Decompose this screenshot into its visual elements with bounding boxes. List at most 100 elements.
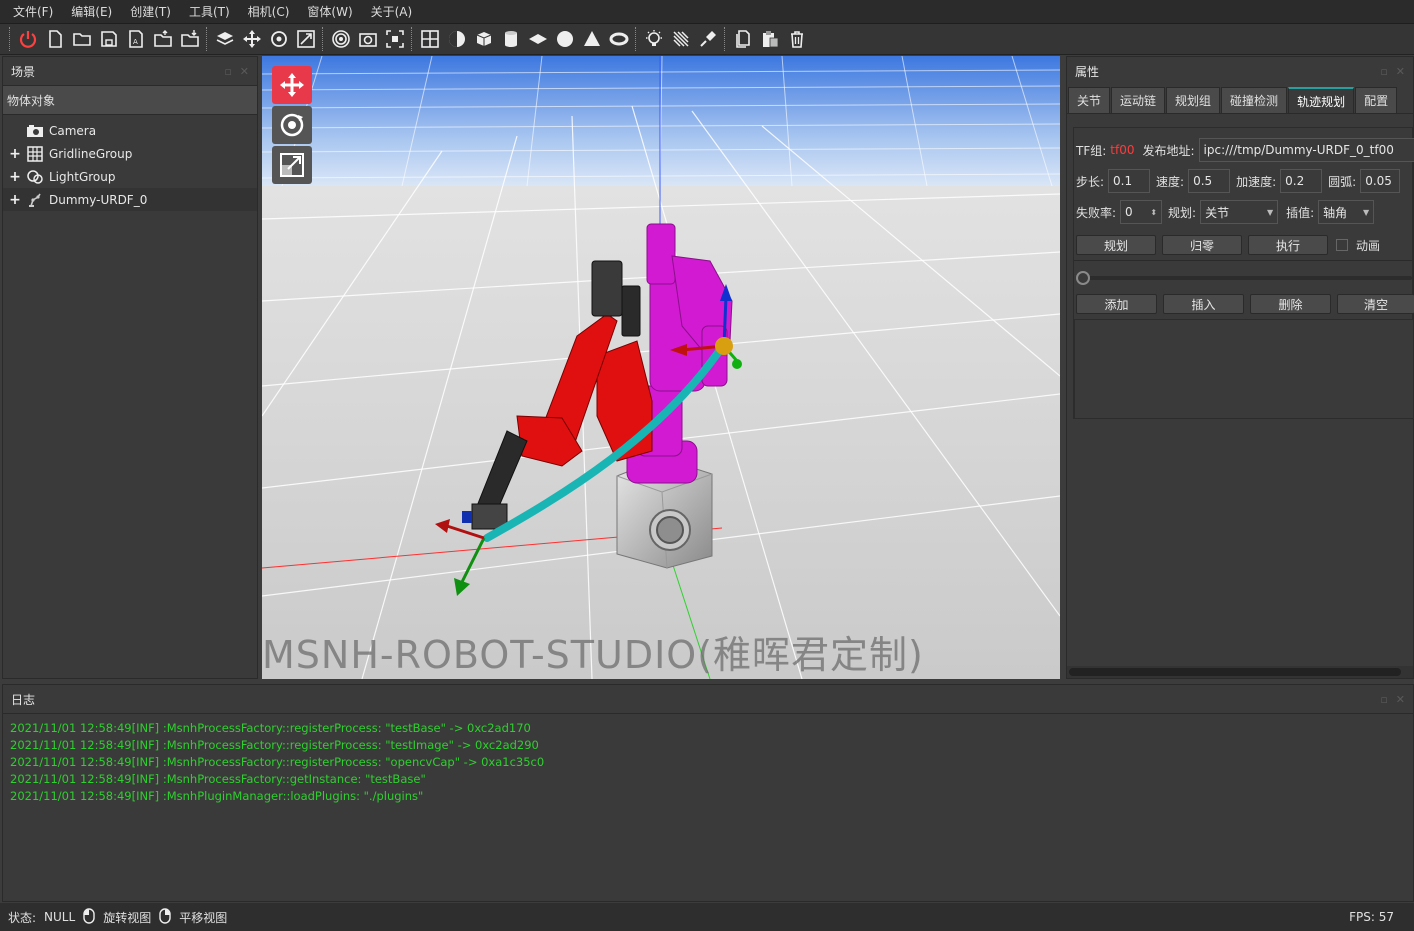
toolbar-separator [635, 27, 637, 51]
torus-icon[interactable] [607, 27, 631, 51]
expand-plus-icon[interactable]: + [7, 146, 23, 162]
fail-rate-value: 0 [1125, 205, 1133, 219]
tab-joints[interactable]: 关节 [1068, 87, 1111, 113]
slider-handle[interactable] [1076, 271, 1090, 285]
tab-config[interactable]: 配置 [1355, 87, 1398, 113]
log-line: 2021/11/01 12:58:49[INF] :MsnhProcessFac… [10, 721, 531, 735]
execute-button[interactable]: 执行 [1248, 235, 1328, 255]
spin-arrows-icon[interactable]: ⬍ [1150, 208, 1157, 217]
copy-icon[interactable] [731, 27, 755, 51]
layers-icon[interactable] [213, 27, 237, 51]
animation-checkbox[interactable] [1336, 239, 1348, 251]
chevron-down-icon: ▼ [1266, 207, 1274, 217]
spot-light-icon[interactable] [696, 27, 720, 51]
move-icon[interactable] [240, 27, 264, 51]
rotate-icon[interactable] [267, 27, 291, 51]
app-window: 文件(F) 编辑(E) 创建(T) 工具(T) 相机(C) 窗体(W) 关于(A… [0, 0, 1414, 931]
cube-icon[interactable] [472, 27, 496, 51]
tab-planning-group[interactable]: 规划组 [1166, 87, 1221, 113]
status-bar: 状态: NULL 旋转视图 平移视图 FPS: 57 [0, 903, 1414, 931]
tree-item-gridlinegroup[interactable]: + GridlineGroup [3, 142, 257, 165]
undock-icon[interactable]: ▫ [224, 65, 231, 78]
interp-select[interactable]: 轴角 ▼ [1318, 200, 1375, 224]
publish-address-input[interactable]: ipc:///tmp/Dummy-URDF_0_tf00 [1198, 138, 1414, 162]
open-folder-icon[interactable] [70, 27, 94, 51]
step-input[interactable]: 0.1 [1108, 169, 1151, 193]
menu-create[interactable]: 创建(T) [121, 0, 180, 24]
waypoint-list[interactable] [1074, 319, 1414, 419]
sphere-icon[interactable] [553, 27, 577, 51]
menu-window[interactable]: 窗体(W) [298, 0, 361, 24]
expand-plus-icon[interactable]: + [7, 192, 23, 208]
light-icon [26, 169, 44, 185]
scene-canvas[interactable] [262, 56, 1060, 679]
arc-input[interactable]: 0.05 [1360, 169, 1401, 193]
cylinder-icon[interactable] [499, 27, 523, 51]
menu-about[interactable]: 关于(A) [362, 0, 422, 24]
expand-plus-icon[interactable]: + [7, 169, 23, 185]
camera-icon[interactable] [356, 27, 380, 51]
tab-trajectory-planning[interactable]: 轨迹规划 [1288, 87, 1355, 113]
speed-input[interactable]: 0.5 [1188, 169, 1231, 193]
delete-waypoint-button[interactable]: 删除 [1250, 294, 1331, 314]
menu-edit[interactable]: 编辑(E) [62, 0, 121, 24]
waypoint-row: 添加 插入 删除 清空 [1076, 292, 1414, 316]
undock-icon[interactable]: ▫ [1380, 65, 1387, 78]
new-file-icon[interactable] [43, 27, 67, 51]
clear-waypoints-button[interactable]: 清空 [1337, 294, 1414, 314]
save-icon[interactable] [97, 27, 121, 51]
menu-file[interactable]: 文件(F) [4, 0, 62, 24]
rotate-view-label: 旋转视图 [103, 910, 152, 925]
power-icon[interactable] [16, 27, 40, 51]
scale-gizmo-icon[interactable] [272, 146, 312, 184]
cone-icon[interactable] [580, 27, 604, 51]
plan-mode-select[interactable]: 关节 ▼ [1200, 200, 1279, 224]
close-icon[interactable]: ✕ [240, 65, 249, 78]
home-button[interactable]: 归零 [1162, 235, 1242, 255]
plan-button[interactable]: 规划 [1076, 235, 1156, 255]
tree-item-label: GridlineGroup [49, 146, 133, 161]
close-icon[interactable]: ✕ [1396, 65, 1405, 78]
grid-icon[interactable] [418, 27, 442, 51]
tf-group-label: TF组: [1076, 143, 1107, 158]
toolbar-separator [322, 27, 324, 51]
tf-group-value: tf00 [1110, 143, 1135, 157]
sphere-shaded-icon[interactable] [445, 27, 469, 51]
properties-title-bar: 属性 ▫ ✕ [1067, 57, 1413, 85]
trajectory-slider[interactable] [1076, 271, 1412, 285]
directional-light-icon[interactable] [669, 27, 693, 51]
undock-icon[interactable]: ▫ [1380, 693, 1387, 706]
3d-viewport[interactable]: MSNH-ROBOT-STUDIO(稚晖君定制) [262, 56, 1060, 679]
target-icon[interactable] [329, 27, 353, 51]
speed-label: 速度: [1156, 174, 1185, 189]
save-as-icon[interactable]: A [124, 27, 148, 51]
log-output[interactable]: 2021/11/01 12:58:49[INF] :MsnhProcessFac… [3, 714, 1413, 805]
move-gizmo-icon[interactable] [272, 66, 312, 104]
tree-item-lightgroup[interactable]: + LightGroup [3, 165, 257, 188]
tab-kinematic-chain[interactable]: 运动链 [1111, 87, 1166, 113]
plane-icon[interactable] [526, 27, 550, 51]
toolbar-separator [9, 27, 11, 51]
fail-rate-spinbox[interactable]: 0 ⬍ [1120, 200, 1163, 224]
tree-item-dummy-urdf[interactable]: + Dummy-URDF_0 [3, 188, 257, 211]
paste-icon[interactable] [758, 27, 782, 51]
delete-icon[interactable] [785, 27, 809, 51]
add-waypoint-button[interactable]: 添加 [1076, 294, 1157, 314]
menu-tools[interactable]: 工具(T) [180, 0, 239, 24]
point-light-icon[interactable] [642, 27, 666, 51]
menu-camera[interactable]: 相机(C) [239, 0, 299, 24]
insert-waypoint-button[interactable]: 插入 [1163, 294, 1244, 314]
import-icon[interactable] [151, 27, 175, 51]
rotate-gizmo-icon[interactable] [272, 106, 312, 144]
tab-collision[interactable]: 碰撞检测 [1221, 87, 1288, 113]
scrollbar-thumb[interactable] [1069, 668, 1401, 676]
tree-item-camera[interactable]: Camera [3, 119, 257, 142]
scale-icon[interactable] [294, 27, 318, 51]
properties-scrollbar[interactable] [1067, 666, 1413, 678]
toolbar: A [0, 24, 1414, 55]
close-icon[interactable]: ✕ [1396, 693, 1405, 706]
accel-input[interactable]: 0.2 [1280, 169, 1323, 193]
interp-value: 轴角 [1323, 205, 1348, 220]
focus-icon[interactable] [383, 27, 407, 51]
export-icon[interactable] [178, 27, 202, 51]
